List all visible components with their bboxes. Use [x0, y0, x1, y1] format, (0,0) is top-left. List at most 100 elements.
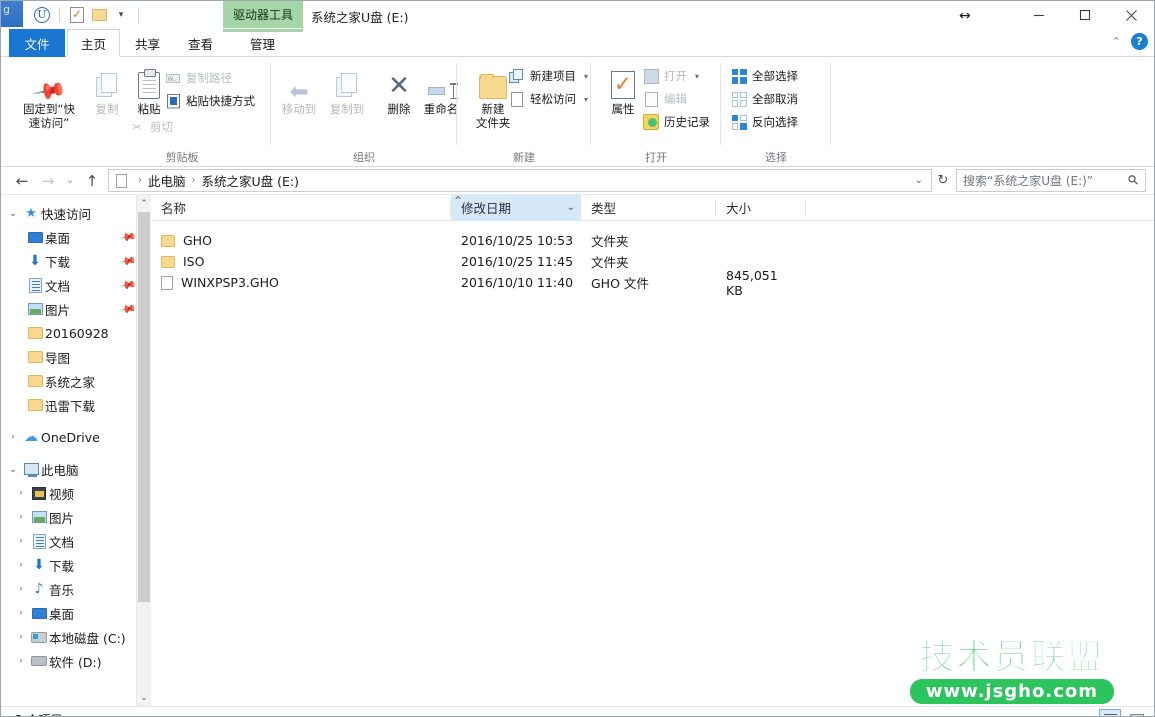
address-dropdown-icon[interactable]: ⌄: [915, 175, 927, 186]
tab-share[interactable]: 共享: [122, 29, 173, 57]
chevron-right-icon[interactable]: ›: [5, 432, 21, 442]
column-header-date-modified[interactable]: 修改日期 ⌄: [451, 195, 581, 221]
tab-manage[interactable]: 管理: [237, 29, 288, 57]
new-item-dropdown-icon[interactable]: ▾: [584, 72, 588, 81]
table-row[interactable]: ISO 2016/10/25 11:45 文件夹: [151, 251, 1154, 272]
sidebar-item-videos[interactable]: › 视频: [1, 481, 151, 505]
collapse-ribbon-icon[interactable]: ⌃: [1112, 35, 1121, 48]
pin-icon[interactable]: 📌: [119, 276, 138, 295]
open-dropdown-icon[interactable]: ▾: [695, 72, 699, 81]
copy-to-button[interactable]: 复制到: [319, 63, 375, 116]
sidebar-item-xunlei-download[interactable]: 迅雷下载: [1, 393, 151, 417]
easy-access-button[interactable]: 轻松访问 ▾: [509, 91, 588, 107]
tab-file[interactable]: 文件: [9, 29, 65, 57]
forward-button[interactable]: →: [35, 169, 61, 193]
column-divider[interactable]: [805, 200, 806, 216]
sidebar-item-documents[interactable]: › 文档: [1, 529, 151, 553]
chevron-right-icon[interactable]: ›: [13, 560, 29, 570]
breadcrumb-item-drive[interactable]: 系统之家U盘 (E:): [202, 171, 300, 190]
scrollbar-thumb[interactable]: [138, 212, 150, 602]
sidebar-item-xitongzhijia[interactable]: 系统之家: [1, 369, 151, 393]
open-label: 打开: [664, 68, 687, 84]
chevron-right-icon[interactable]: ›: [13, 632, 29, 642]
breadcrumb-item-this-pc[interactable]: 此电脑: [148, 171, 186, 190]
maximize-button[interactable]: [1062, 1, 1108, 29]
sidebar-item-desktop[interactable]: › 桌面: [1, 601, 151, 625]
sidebar-item-local-disk-c[interactable]: › 本地磁盘 (C:): [1, 625, 151, 649]
column-header-type[interactable]: 类型: [581, 195, 716, 221]
scroll-up-arrow-icon[interactable]: ⌃: [137, 195, 151, 212]
paste-shortcut-button[interactable]: 粘贴快捷方式: [165, 93, 255, 109]
help-icon[interactable]: ?: [1131, 33, 1148, 50]
new-folder-icon[interactable]: [88, 5, 110, 26]
edit-label: 编辑: [664, 91, 687, 107]
properties-icon[interactable]: [66, 5, 88, 26]
sidebar-item-software-d[interactable]: › 软件 (D:): [1, 649, 151, 673]
tab-home[interactable]: 主页: [67, 29, 120, 57]
breadcrumb-sep-0: ›: [138, 175, 142, 186]
large-icons-view-button[interactable]: [1126, 709, 1148, 717]
column-header-size[interactable]: 大小: [716, 195, 806, 221]
select-all-button[interactable]: 全部选择: [731, 68, 798, 84]
sidebar-label: 桌面: [45, 228, 70, 247]
table-row[interactable]: WINXPSP3.GHO 2016/10/10 11:40 GHO 文件 845…: [151, 272, 1154, 293]
chevron-right-icon[interactable]: ›: [13, 584, 29, 594]
file-icon: [161, 276, 173, 290]
up-button[interactable]: ↑: [79, 169, 105, 193]
sidebar-item-daotu[interactable]: 导图: [1, 345, 151, 369]
copy-path-button[interactable]: W.. 复制路径: [165, 70, 232, 86]
chevron-right-icon[interactable]: ›: [13, 608, 29, 618]
back-button[interactable]: ←: [9, 169, 35, 193]
sidebar-item-pictures[interactable]: › 图片: [1, 505, 151, 529]
minimize-button[interactable]: [1016, 1, 1062, 29]
sidebar-item-20160928[interactable]: 20160928: [1, 321, 151, 345]
sidebar-item-onedrive[interactable]: › ☁ OneDrive: [1, 425, 151, 449]
cell-type: GHO 文件: [581, 273, 716, 292]
sidebar-label: 20160928: [45, 326, 109, 341]
cut-button[interactable]: ✂ 剪切: [129, 119, 173, 135]
chevron-right-icon[interactable]: ›: [13, 656, 29, 666]
recent-locations-button[interactable]: ⌄: [61, 169, 79, 193]
history-button[interactable]: 历史记录: [643, 114, 710, 130]
sidebar-item-downloads-qa[interactable]: ⬇ 下载 📌: [1, 249, 151, 273]
pin-icon: 📌: [21, 63, 77, 99]
invert-selection-button[interactable]: 反向选择: [731, 114, 798, 130]
pin-to-quick-access-button[interactable]: 📌 固定到“快 速访问”: [21, 63, 77, 130]
sidebar-item-desktop-qa[interactable]: 桌面 📌: [1, 225, 151, 249]
pin-icon[interactable]: 📌: [119, 300, 138, 319]
chevron-down-icon[interactable]: ⌄: [5, 208, 21, 219]
sidebar-item-quick-access[interactable]: ⌄ ★ 快速访问: [1, 201, 151, 225]
sidebar-item-music[interactable]: › ♪ 音乐: [1, 577, 151, 601]
select-none-button[interactable]: 全部取消: [731, 91, 798, 107]
customize-qat-chevron-icon[interactable]: ▾: [110, 5, 132, 26]
refresh-button[interactable]: ↻: [932, 169, 954, 192]
table-row[interactable]: GHO 2016/10/25 10:53 文件夹: [151, 230, 1154, 251]
close-button[interactable]: [1108, 1, 1154, 29]
edit-button[interactable]: 编辑: [643, 91, 687, 107]
nav-pane-scrollbar[interactable]: ⌃ ⌄: [136, 195, 151, 706]
column-filter-chevron-icon[interactable]: ⌄: [567, 202, 581, 213]
chevron-right-icon[interactable]: ›: [13, 488, 29, 498]
easy-access-dropdown-icon[interactable]: ▾: [584, 95, 588, 104]
chevron-right-icon[interactable]: ›: [13, 512, 29, 522]
file-name: GHO: [183, 233, 212, 248]
column-header-name[interactable]: 名称: [151, 195, 451, 221]
pin-icon[interactable]: 📌: [119, 252, 138, 271]
new-item-button[interactable]: 新建项目 ▾: [509, 68, 588, 84]
sidebar-item-documents-qa[interactable]: 文档 📌: [1, 273, 151, 297]
sidebar-item-pictures-qa[interactable]: 图片 📌: [1, 297, 151, 321]
sidebar-item-this-pc[interactable]: ⌄ 此电脑: [1, 457, 151, 481]
chevron-down-icon[interactable]: ⌄: [5, 464, 21, 475]
open-button[interactable]: 打开 ▾: [643, 68, 699, 84]
chevron-right-icon[interactable]: ›: [13, 536, 29, 546]
organize-group-label: 组织: [271, 149, 457, 165]
search-input[interactable]: 搜索“系统之家U盘 (E:)” ⚲: [956, 169, 1146, 192]
address-input[interactable]: › 此电脑 › 系统之家U盘 (E:) ⌄: [108, 169, 932, 192]
pin-icon[interactable]: 📌: [119, 228, 138, 247]
ribbon-group-organize: ⬅ 移动到 复制到 ✕ 删除 重命名 组织: [271, 57, 457, 167]
tab-view[interactable]: 查看: [175, 29, 226, 57]
details-view-button[interactable]: [1099, 709, 1121, 717]
sidebar-item-downloads[interactable]: › ⬇ 下载: [1, 553, 151, 577]
scroll-down-arrow-icon[interactable]: ⌄: [137, 689, 151, 706]
app-logo-icon[interactable]: U: [31, 5, 53, 26]
